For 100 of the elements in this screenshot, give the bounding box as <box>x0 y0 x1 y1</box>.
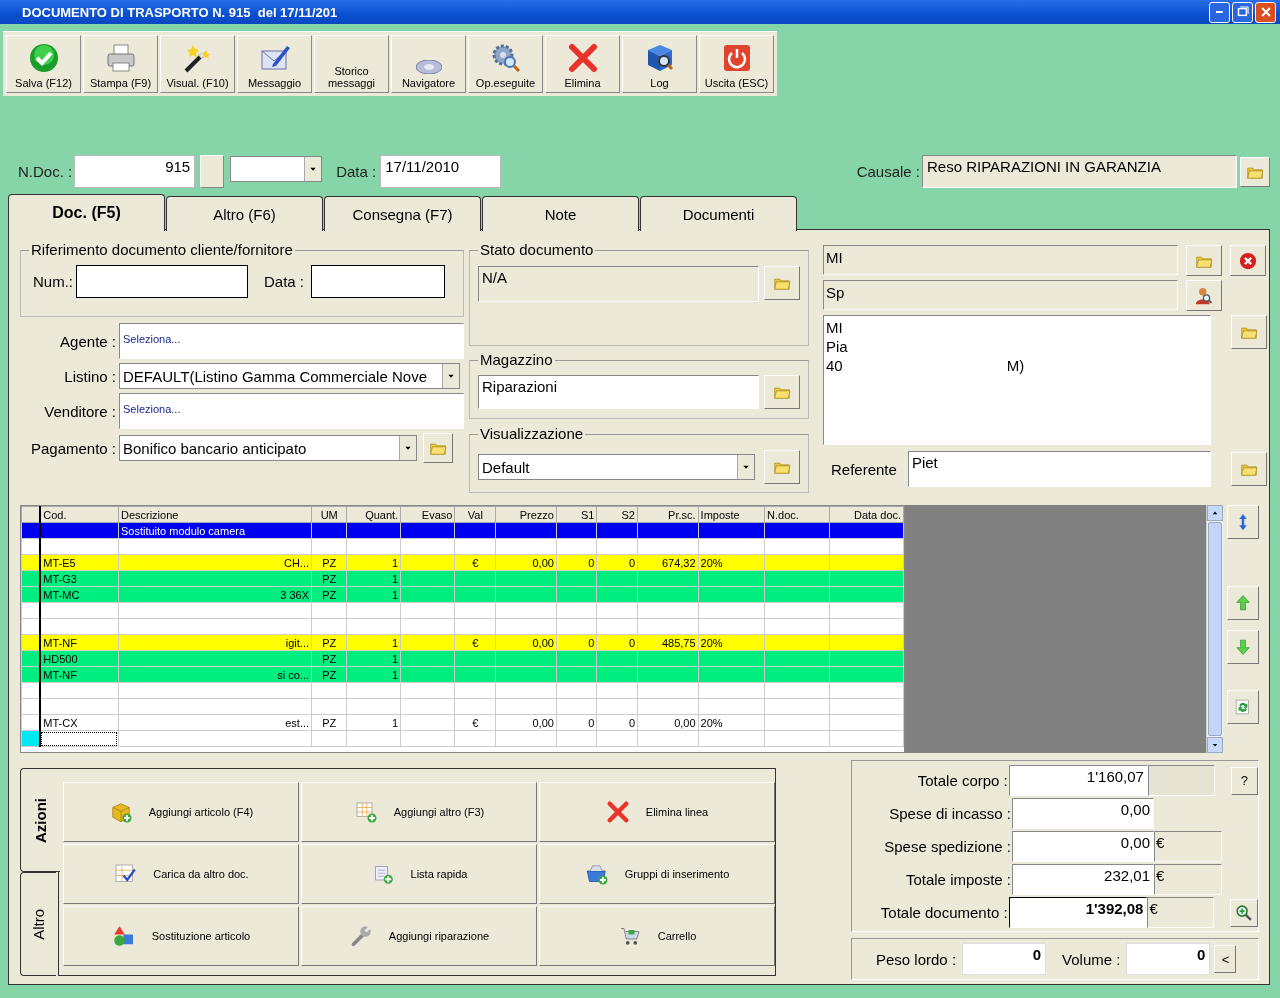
toolbar-button[interactable]: Visual. (F10) <box>160 35 235 93</box>
column-header[interactable]: Prezzo <box>495 506 557 523</box>
action-button[interactable]: Aggiungi articolo (F4) <box>63 782 299 842</box>
warehouse-field[interactable]: Riparazioni <box>478 375 759 409</box>
table-cell: MT-NF <box>40 634 119 651</box>
up-arrow-button[interactable] <box>1227 586 1259 620</box>
column-header[interactable]: S1 <box>556 506 597 523</box>
folder-button[interactable] <box>764 450 800 484</box>
dropdown-button[interactable] <box>304 157 322 181</box>
tab[interactable]: Altro (F6) <box>166 196 323 231</box>
column-header[interactable]: Imposte <box>698 506 765 523</box>
dropdown[interactable]: Default <box>478 454 755 480</box>
tab[interactable]: Consegna (F7) <box>324 196 481 231</box>
table-cell: 0,00 <box>637 714 699 731</box>
x-icon <box>566 42 599 74</box>
folder-button[interactable] <box>423 433 453 463</box>
column-header[interactable]: Pr.sc. <box>637 506 699 523</box>
folder-button[interactable] <box>1186 245 1222 276</box>
scroll-up-button[interactable] <box>1207 505 1223 521</box>
picker-field[interactable]: Seleziona... <box>119 393 464 429</box>
action-button[interactable]: Carica da altro doc. <box>63 844 299 904</box>
number-field[interactable] <box>76 265 248 298</box>
toolbar-button[interactable]: Uscita (ESC) <box>699 35 774 93</box>
folder-button[interactable] <box>1231 452 1267 486</box>
maximize-button[interactable] <box>1232 1 1253 23</box>
dropdown[interactable]: Bonifico bancario anticipato <box>119 435 417 461</box>
toolbar-button[interactable]: Storico messaggi <box>314 35 389 93</box>
grid-plus-icon <box>353 800 378 824</box>
scroll-thumb[interactable] <box>1208 522 1222 736</box>
tab[interactable]: Note <box>482 196 639 231</box>
toolbar-button[interactable]: Stampa (F9) <box>83 35 158 93</box>
column-header[interactable]: Quant. <box>346 506 401 523</box>
action-button[interactable]: Sostituzione articolo <box>63 906 299 966</box>
table-cell: 0 <box>556 554 597 571</box>
table-cell: 0,00 <box>495 634 557 651</box>
date-field[interactable] <box>311 265 446 298</box>
table-cell: 20% <box>698 714 765 731</box>
table-cell: 1 <box>346 586 401 603</box>
toolbar-button[interactable]: Log <box>622 35 697 93</box>
number-field[interactable]: 915 <box>74 155 196 188</box>
table-cell: PZ <box>311 650 347 667</box>
down-arrow-button[interactable] <box>1227 630 1259 664</box>
date-field[interactable]: 17/11/2010 <box>380 155 502 188</box>
folder-button[interactable] <box>1240 156 1270 187</box>
action-button[interactable]: Gruppi di inserimento <box>539 844 775 904</box>
close-button[interactable] <box>1255 1 1276 23</box>
spin-button[interactable] <box>200 155 225 188</box>
contact-field[interactable]: Piet <box>907 451 1211 487</box>
person-search-button[interactable] <box>1186 280 1222 311</box>
folder-button[interactable] <box>764 266 800 300</box>
minimize-button[interactable] <box>1209 1 1230 23</box>
tab[interactable]: Altro <box>20 872 56 976</box>
help-button[interactable]: ? <box>1230 766 1258 795</box>
scroll-down-button[interactable] <box>1207 737 1223 753</box>
field-label: Num.: <box>33 273 73 290</box>
action-button[interactable]: Aggiungi riparazione <box>301 906 537 966</box>
action-button[interactable]: Elimina linea <box>539 782 775 842</box>
toolbar-button[interactable]: Op.eseguite <box>468 35 543 93</box>
action-button[interactable]: Lista rapida <box>301 844 537 904</box>
weight-field[interactable]: 0 <box>962 943 1047 975</box>
table-cell: PZ <box>311 714 347 731</box>
volume-field[interactable]: 0 <box>1126 943 1211 975</box>
action-button[interactable]: Carrello <box>539 906 775 966</box>
column-header[interactable]: S2 <box>596 506 638 523</box>
toolbar-button[interactable]: Messaggio <box>237 35 312 93</box>
table-cell: 485,75 <box>637 634 699 651</box>
delete-button[interactable] <box>1230 245 1266 276</box>
amount-field: 1'392,08 <box>1008 897 1148 928</box>
address-line: 40 <box>826 356 843 375</box>
table-cell: MT-E5 <box>40 554 119 571</box>
up-down-arrow-button[interactable] <box>1227 505 1259 539</box>
series-dropdown[interactable] <box>230 156 323 182</box>
scrollbar[interactable] <box>1206 505 1223 753</box>
column-header[interactable]: Cod. <box>40 506 119 523</box>
folder-button[interactable] <box>764 375 800 409</box>
address-box[interactable]: MI Pia 40 M) <box>823 315 1211 445</box>
column-header[interactable]: Val <box>454 506 496 523</box>
tab[interactable]: Doc. (F5) <box>8 194 165 231</box>
folder-button[interactable] <box>1231 315 1267 349</box>
toolbar-button[interactable]: Elimina <box>545 35 620 93</box>
collapse-button[interactable]: < <box>1214 945 1237 973</box>
amount-field: 232,01 <box>1012 864 1154 895</box>
refresh-button[interactable] <box>1227 690 1259 724</box>
reason-field[interactable]: Reso RIPARAZIONI IN GARANZIA <box>922 155 1237 188</box>
column-header[interactable]: UM <box>311 506 347 523</box>
action-button[interactable]: Aggiungi altro (F3) <box>301 782 537 842</box>
toolbar-button[interactable]: Navigatore <box>391 35 466 93</box>
column-header[interactable]: N.doc. <box>764 506 830 523</box>
tab[interactable]: Documenti <box>640 196 797 231</box>
column-header[interactable]: Descrizione <box>118 506 312 523</box>
table-row[interactable]: MT-CX est... PZ 1 € 0,00 0 0 0,00 20% <box>21 714 904 731</box>
tab[interactable]: Azioni <box>20 768 60 872</box>
table-cell: PZ <box>311 634 347 651</box>
column-header[interactable]: Data doc. <box>829 506 904 523</box>
table-cell: 0,00 <box>495 554 557 571</box>
dropdown[interactable]: DEFAULT(Listino Gamma Commerciale Nove <box>119 363 460 389</box>
toolbar-button[interactable]: Salva (F12) <box>6 35 81 93</box>
column-header[interactable]: Evaso <box>400 506 455 523</box>
picker-field[interactable]: Seleziona... <box>119 323 464 359</box>
zoom-button[interactable] <box>1230 898 1258 927</box>
